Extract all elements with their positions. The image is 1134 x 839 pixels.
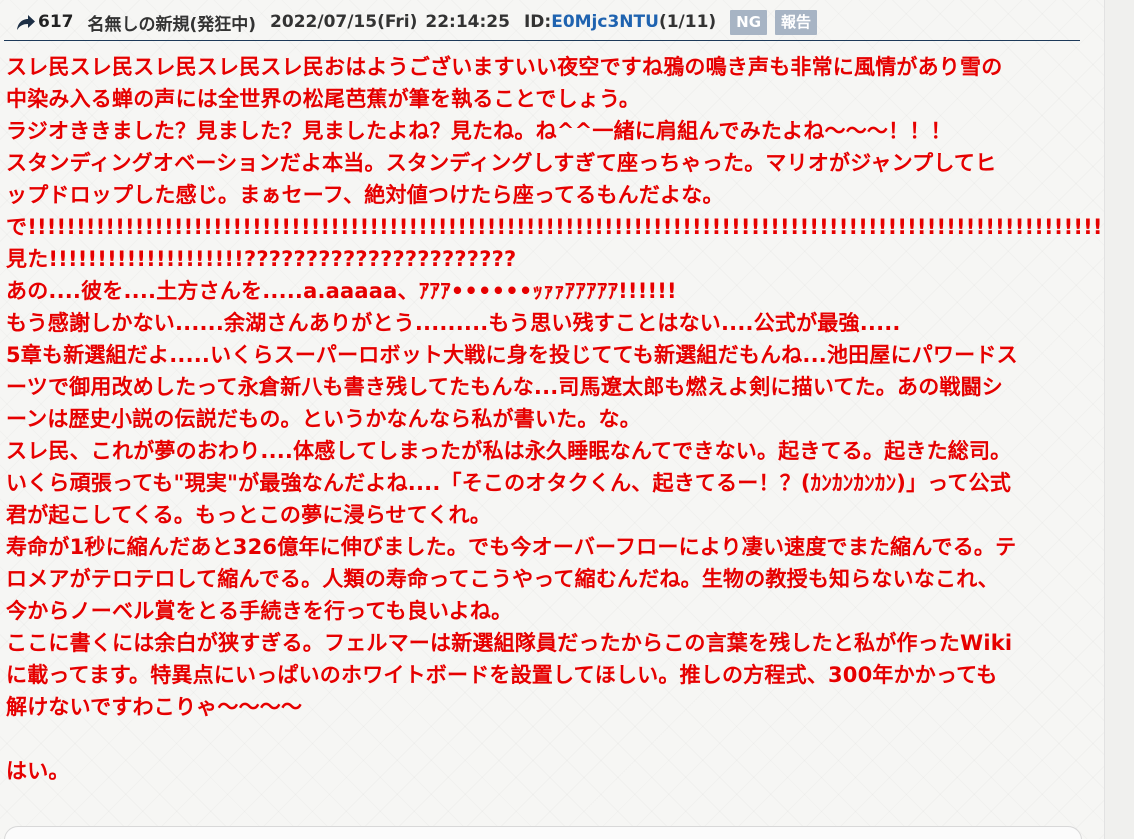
post-text-line: に載ってます。特異点にいっぱいのホワイトボードを設置してほしい。推しの方程式、3… <box>6 663 998 687</box>
id-value-link[interactable]: E0Mjc3NTU <box>551 12 659 32</box>
post-text-line: ラジオききました？見ました？見ましたよね？見たね。ね^^一緒に肩組んでみたよね～… <box>6 119 952 143</box>
post-text-line: 今からノーベル賞をとる手続きを行っても良いよね。 <box>6 599 513 623</box>
post-text-line: はい。 <box>6 759 70 783</box>
post-text-line: スレ民スレ民スレ民スレ民スレ民おはようございますいい夜空ですね鴉の鳴き声も非常に… <box>6 55 1003 79</box>
post-text-line: 君が起こしてくる。もっとこの夢に浸らせてくれ。 <box>6 503 492 527</box>
id-post-count: (1/11) <box>658 12 717 32</box>
post-header: 617 名無しの新規(発狂中) 2022/07/15(Fri) 22:14:25… <box>4 4 1080 41</box>
post-text-line: で!!!!!!!!!!!!!!!!!!!!!!!!!!!!!!!!!!!!!!!… <box>6 215 1104 239</box>
post-text-line: ーンは歴史小説の伝説だもの。というかなんなら私が書いた。な。 <box>6 407 641 431</box>
post-text-line: 5章も新選組だよ.....いくらスーパーロボット大戦に身を投じてても新選組だもん… <box>6 343 1018 367</box>
post-text-line: あの....彼を....土方さんを.....a.aaaaa、ｱｱｱ••••••ｯ… <box>6 279 677 303</box>
scrollbar[interactable] <box>1104 0 1134 839</box>
id-label: ID: <box>523 12 552 32</box>
post: 617 名無しの新規(発狂中) 2022/07/15(Fri) 22:14:25… <box>0 0 1104 839</box>
post-text-line: スタンディングオベーションだよ本当。スタンディングしすぎて座っちゃった。マリオが… <box>6 151 997 175</box>
ng-button[interactable]: NG <box>730 9 768 35</box>
post-body: スレ民スレ民スレ民スレ民スレ民おはようございますいい夜空ですね鴉の鳴き声も非常に… <box>6 51 1104 787</box>
post-text-line: 寿命が1秒に縮んだあと326億年に伸びました。でも今オーバーフローにより凄い速度… <box>6 535 1017 559</box>
post-date: 2022/07/15(Fri) <box>270 12 418 32</box>
post-text-line: 中染み入る蝉の声には全世界の松尾芭蕉が筆を執ることでしょう。 <box>6 87 641 111</box>
post-text-line: 解けないですわこりゃ～～～～ <box>6 695 303 719</box>
post-text-line: もう感謝しかない......余湖さんありがとう.........もう思い残すこと… <box>6 311 901 335</box>
post-text-line: いくら頑張っても"現実"が最強なんだよね....「そこのオタクくん、起きてるー！… <box>6 471 1012 495</box>
post-text-line: ーツで御用改めしたって永倉新八も書き残してたもんな...司馬遼太郎も燃えよ剣に描… <box>6 375 1003 399</box>
poster-name: 名無しの新規(発狂中) <box>87 14 257 35</box>
reply-count: 617 <box>38 12 74 32</box>
poster-id: ID:E0Mjc3NTU(1/11) <box>524 12 716 32</box>
post-text-line: スレ民、これが夢のおわり....体感してしまったが私は永久睡眠なんてできない。起… <box>6 439 1012 463</box>
post-text-line <box>6 723 1082 755</box>
post-text-line: ロメアがテロテロして縮んでる。人類の寿命ってこうやって縮むんだね。生物の教授も知… <box>6 567 999 591</box>
post-time: 22:14:25 <box>425 12 510 32</box>
reply-count-link[interactable]: 617 <box>16 12 74 32</box>
next-post-box <box>4 826 1082 839</box>
post-text-line: ップドロップした感じ。まぁセーフ、絶対値つけたら座ってるもんだよな。 <box>6 183 724 207</box>
post-text-line: 見た!!!!!!!!!!!!!!!!!!!!??????????????????… <box>6 247 517 271</box>
report-button[interactable]: 報告 <box>775 9 818 35</box>
post-text-line: ここに書くには余白が狭すぎる。フェルマーは新選組隊員だったからこの言葉を残したと… <box>6 631 1013 655</box>
reply-arrow-icon <box>17 15 35 30</box>
